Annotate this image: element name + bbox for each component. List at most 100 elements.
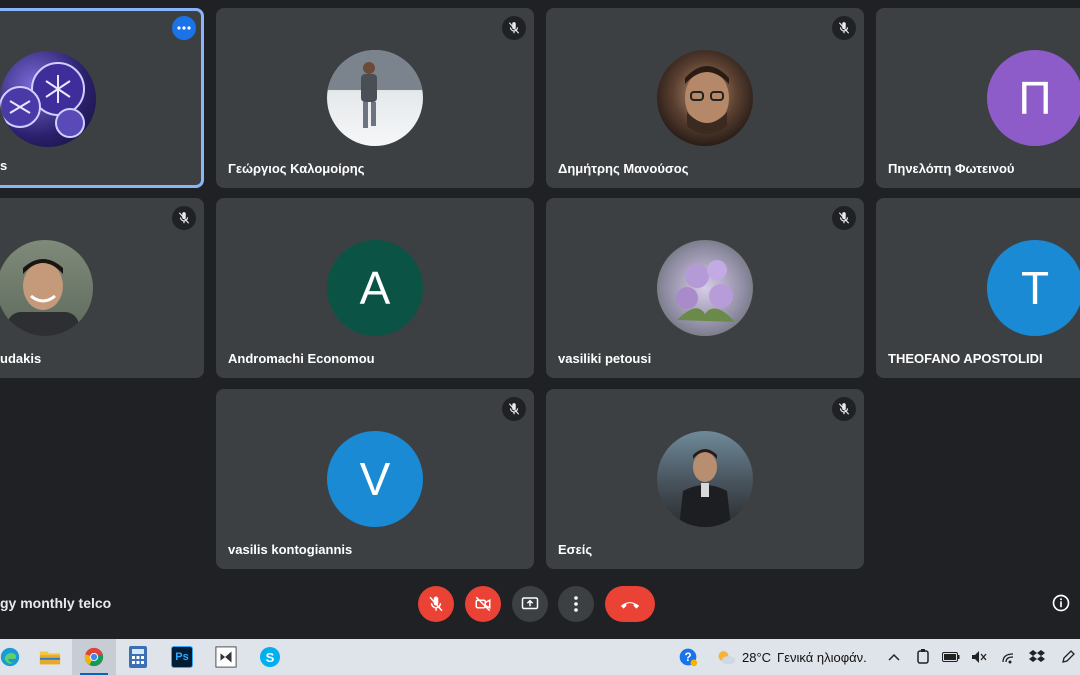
mic-off-icon <box>838 212 850 224</box>
participant-name: vasilis kontogiannis <box>228 542 353 557</box>
svg-text:?: ? <box>684 651 691 664</box>
participant-avatar <box>657 240 753 336</box>
chevron-up-icon <box>888 653 900 661</box>
show-hidden-icons-button[interactable] <box>884 639 904 675</box>
chrome-icon <box>84 647 104 667</box>
participant-name: s <box>0 158 8 173</box>
taskbar-chrome[interactable] <box>72 639 116 675</box>
mic-off-icon <box>838 403 850 415</box>
weather-widget[interactable]: 28°C Γενικά ηλιοφάν. <box>716 639 876 675</box>
participant-name: Γεώργιος Καλομοίρης <box>228 161 365 176</box>
taskbar-file-explorer[interactable] <box>28 639 72 675</box>
mic-off-icon <box>178 212 190 224</box>
folder-icon <box>39 651 61 665</box>
avatar-initial: Π <box>1018 72 1052 124</box>
camera-toggle-button[interactable] <box>465 586 501 622</box>
mic-toggle-button[interactable] <box>418 586 454 622</box>
taskbar-calculator[interactable] <box>116 639 160 675</box>
meeting-info-button[interactable] <box>1050 592 1072 614</box>
participant-name: udakis <box>0 351 42 366</box>
dropbox-icon <box>1029 650 1045 662</box>
participant-tile[interactable]: Γεώργιος Καλομοίρης <box>216 8 534 188</box>
mic-off-icon <box>508 22 520 34</box>
photoshop-label: Ps <box>175 651 189 663</box>
camera-off-icon <box>475 596 491 612</box>
participant-name: Andromachi Economou <box>228 351 375 366</box>
more-vertical-icon <box>574 596 578 612</box>
participant-name: THEOFANO APOSTOLIDI <box>888 351 1043 366</box>
weather-temperature: 28°C <box>742 649 772 665</box>
photoshop-icon: Ps <box>171 646 193 668</box>
taskbar-visual-studio[interactable] <box>204 639 248 675</box>
participant-avatar: V <box>327 431 423 527</box>
mic-off-icon <box>508 403 520 415</box>
muted-indicator <box>832 397 856 421</box>
wifi-tray-icon[interactable] <box>998 639 1020 675</box>
edge-icon <box>0 647 20 667</box>
end-call-icon <box>620 602 640 609</box>
participant-avatar: A <box>327 240 423 336</box>
meeting-title: gy monthly telco <box>0 595 112 611</box>
avatar-initial: T <box>1020 262 1050 314</box>
help-tray-icon[interactable]: ? <box>676 639 700 675</box>
person-photo <box>679 449 731 527</box>
more-horizontal-icon <box>177 26 191 30</box>
taskbar-skype[interactable]: S <box>248 639 292 675</box>
volume-tray-icon[interactable] <box>968 639 990 675</box>
participant-tile[interactable]: s <box>0 8 204 188</box>
end-call-button[interactable] <box>605 586 655 622</box>
muted-indicator <box>502 16 526 40</box>
taskbar-photoshop[interactable]: Ps <box>160 639 204 675</box>
participant-name: Δημήτρης Μανούσος <box>558 161 689 176</box>
participant-tile[interactable]: V vasilis kontogiannis <box>216 389 534 569</box>
muted-indicator <box>172 206 196 230</box>
skype-label: S <box>265 649 275 665</box>
pen-tray-icon[interactable] <box>1058 639 1078 675</box>
more-options-button[interactable] <box>172 16 196 40</box>
partly-sunny-icon <box>718 651 736 665</box>
meet-now-icon <box>917 649 929 664</box>
skype-icon: S <box>260 647 280 667</box>
volume-muted-icon <box>972 651 987 663</box>
dropbox-tray-icon[interactable] <box>1026 639 1048 675</box>
present-screen-icon <box>521 597 539 610</box>
weather-description: Γενικά ηλιοφάν. <box>777 649 867 665</box>
participant-tile[interactable]: vasiliki petousi <box>546 198 864 378</box>
muted-indicator <box>832 206 856 230</box>
battery-tray-icon[interactable] <box>940 639 962 675</box>
visual-studio-icon <box>215 646 237 668</box>
muted-indicator <box>832 16 856 40</box>
participant-name: Εσείς <box>558 542 593 557</box>
more-options-button[interactable] <box>558 586 594 622</box>
participant-avatar: Π <box>987 50 1080 146</box>
person-photo <box>685 66 729 134</box>
meet-now-tray-icon[interactable] <box>912 639 934 675</box>
muted-indicator <box>502 397 526 421</box>
help-icon: ? <box>679 648 698 667</box>
participant-tile[interactable]: T THEOFANO APOSTOLIDI <box>876 198 1080 378</box>
participant-tile[interactable]: Εσείς <box>546 389 864 569</box>
participant-avatar <box>657 431 753 527</box>
participant-avatar <box>657 50 753 146</box>
ornament-image <box>0 62 85 138</box>
windows-taskbar: Ps S ? 28°C Γενικά ηλιοφάν. <box>0 639 1080 675</box>
participant-avatar <box>0 240 93 336</box>
present-screen-button[interactable] <box>512 586 548 622</box>
person-photo <box>327 50 423 128</box>
pen-icon <box>1062 650 1075 663</box>
participant-tile[interactable]: Δημήτρης Μανούσος <box>546 8 864 188</box>
participant-tile[interactable]: Π Πηνελόπη Φωτεινού <box>876 8 1080 188</box>
info-icon <box>1052 594 1070 612</box>
mic-off-icon <box>838 22 850 34</box>
mic-off-icon <box>429 596 443 612</box>
participant-tile[interactable]: udakis <box>0 198 204 378</box>
avatar-initial: A <box>359 262 391 314</box>
avatar-initial: V <box>359 453 391 505</box>
flower-photo <box>676 260 735 322</box>
battery-icon <box>942 652 960 662</box>
person-photo <box>7 259 79 336</box>
calculator-icon <box>129 646 147 668</box>
participant-avatar: T <box>987 240 1080 336</box>
participant-name: Πηνελόπη Φωτεινού <box>888 161 1015 176</box>
participant-tile[interactable]: A Andromachi Economou <box>216 198 534 378</box>
